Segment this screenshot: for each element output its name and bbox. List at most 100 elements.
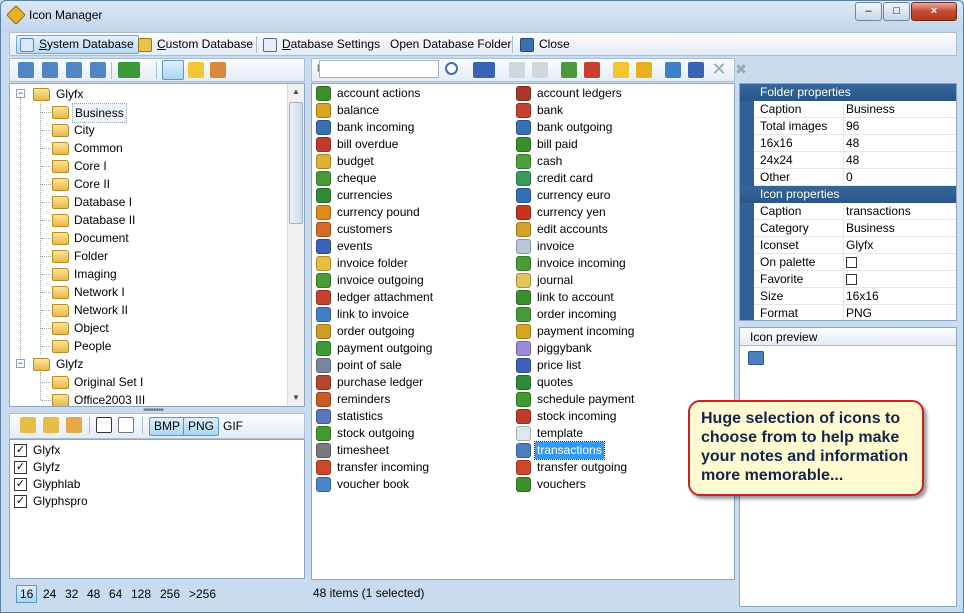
size-256-button[interactable]: 256: [157, 585, 183, 603]
size-32-button[interactable]: 32: [62, 585, 81, 603]
system-database-button[interactable]: System Database: [16, 35, 139, 54]
property-row[interactable]: Size 16x16: [740, 288, 956, 305]
add-iconset-icon[interactable]: [20, 417, 36, 433]
select-all-icon[interactable]: [665, 62, 681, 78]
iconset-checkbox[interactable]: ✓: [14, 478, 27, 491]
property-value[interactable]: 48: [844, 135, 956, 152]
folder-icon: [52, 322, 69, 335]
close-window-button[interactable]: ×: [911, 2, 957, 21]
property-row[interactable]: Format PNG: [740, 305, 956, 320]
remove-from-palette-icon[interactable]: [584, 62, 600, 78]
view-mode-dropdown-icon[interactable]: [473, 62, 495, 78]
remove-icon[interactable]: ✖: [733, 62, 749, 78]
icon-item-label: cash: [537, 154, 563, 168]
property-row[interactable]: Caption transactions: [740, 203, 956, 220]
property-checkbox[interactable]: [846, 274, 857, 285]
property-value[interactable]: Business: [844, 220, 956, 237]
icon-item-label: piggybank: [537, 341, 592, 355]
delete-iconset-icon[interactable]: [66, 417, 82, 433]
format-png-toggle[interactable]: PNG: [183, 417, 220, 436]
property-value[interactable]: 16x16: [844, 288, 956, 305]
tree-node-label: Document: [74, 231, 129, 245]
close-button[interactable]: Close: [516, 35, 575, 54]
icon-item-label: bill overdue: [337, 137, 399, 151]
property-value[interactable]: PNG: [844, 305, 956, 320]
size-filter-bar: 16 24 32 48 64 128 256 >256: [9, 583, 305, 605]
maximize-button[interactable]: □: [883, 2, 910, 21]
edit-folder-icon[interactable]: [66, 62, 82, 78]
properties-icon[interactable]: [688, 62, 704, 78]
stock-incoming-icon: [516, 409, 531, 424]
property-row[interactable]: 24x24 48: [740, 152, 956, 169]
icon-item-label: cheque: [337, 171, 377, 185]
delete-folder-icon[interactable]: [90, 62, 106, 78]
customers-icon: [316, 222, 331, 237]
icon-item-label: currency pound: [337, 205, 420, 219]
open-database-folder-button[interactable]: Open Database Folder: [384, 35, 516, 54]
format-gif-toggle[interactable]: GIF: [218, 417, 248, 436]
size-24-button[interactable]: 24: [40, 585, 59, 603]
search-icon[interactable]: [445, 62, 458, 75]
property-value[interactable]: transactions: [844, 203, 956, 220]
minimize-button[interactable]: –: [855, 2, 882, 21]
property-value[interactable]: Glyfx: [844, 237, 956, 254]
custom-database-button[interactable]: Custom Database: [134, 35, 258, 54]
iconset-toolbar: BMP PNG GIF: [9, 413, 305, 439]
add-favorite-icon[interactable]: [613, 62, 629, 78]
uncheck-all-icon[interactable]: [118, 417, 134, 433]
export-icon[interactable]: [509, 62, 525, 78]
iconset-checkbox[interactable]: ✓: [14, 461, 27, 474]
property-row[interactable]: Total images 96: [740, 118, 956, 135]
property-row[interactable]: Caption Business: [740, 101, 956, 118]
size-128-button[interactable]: 128: [128, 585, 154, 603]
icon-item-label: currency euro: [537, 188, 611, 202]
icon-item-label: bill paid: [537, 137, 578, 151]
property-row[interactable]: On palette: [740, 254, 956, 271]
add-folder-tree-icon[interactable]: [18, 62, 34, 78]
tree-node-label: Network I: [74, 285, 125, 299]
tree-node-label: Office2003 III: [74, 393, 146, 407]
copy-icon[interactable]: [532, 62, 548, 78]
property-checkbox[interactable]: [846, 257, 857, 268]
property-row[interactable]: Category Business: [740, 220, 956, 237]
format-bmp-toggle[interactable]: BMP: [149, 417, 186, 436]
size-64-button[interactable]: 64: [106, 585, 125, 603]
property-row[interactable]: Other 0: [740, 169, 956, 186]
palette-icon[interactable]: [210, 62, 226, 78]
favorites-star-icon[interactable]: [188, 62, 204, 78]
icon-item-label: payment outgoing: [337, 341, 433, 355]
tree-node-label: Core I: [74, 159, 107, 173]
add-subfolder-icon[interactable]: [42, 62, 58, 78]
check-all-icon[interactable]: [96, 417, 112, 433]
edit-iconset-icon[interactable]: [43, 417, 59, 433]
scroll-up-arrow-icon[interactable]: ▲: [288, 84, 304, 100]
property-row[interactable]: Iconset Glyfx: [740, 237, 956, 254]
size-16-button[interactable]: 16: [16, 585, 38, 603]
property-value[interactable]: 48: [844, 152, 956, 169]
folder-icon: [52, 142, 69, 155]
scroll-down-arrow-icon[interactable]: ▼: [288, 390, 304, 406]
tree-scrollbar[interactable]: ▲ ▼: [287, 84, 304, 406]
property-value[interactable]: 0: [844, 169, 956, 186]
search-input[interactable]: [319, 60, 439, 78]
iconset-checkbox[interactable]: ✓: [14, 444, 27, 457]
database-settings-button[interactable]: Database Settings: [259, 35, 385, 54]
invoice-icon: [516, 239, 531, 254]
add-to-palette-icon[interactable]: [561, 62, 577, 78]
window-title: Icon Manager: [29, 8, 103, 22]
icon-item-label: events: [337, 239, 373, 253]
iconset-checkbox[interactable]: ✓: [14, 495, 27, 508]
size-48-button[interactable]: 48: [84, 585, 103, 603]
property-value[interactable]: Business: [844, 101, 956, 118]
delete-icon[interactable]: ✕: [711, 60, 727, 78]
macro-dropdown-icon[interactable]: [118, 62, 140, 78]
scroll-thumb[interactable]: [289, 102, 303, 224]
collapse-icon[interactable]: −: [16, 89, 25, 98]
property-row[interactable]: 16x16 48: [740, 135, 956, 152]
collapse-icon[interactable]: −: [16, 359, 25, 368]
size-over-256-button[interactable]: >256: [186, 585, 219, 603]
property-row[interactable]: Favorite: [740, 271, 956, 288]
folder-view-icon[interactable]: [162, 60, 184, 80]
property-value[interactable]: 96: [844, 118, 956, 135]
remove-favorite-icon[interactable]: [636, 62, 652, 78]
